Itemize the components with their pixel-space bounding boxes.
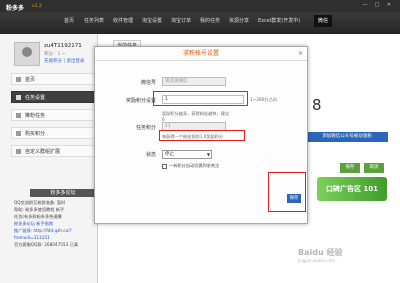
green-save-button[interactable]: 保存 xyxy=(340,163,360,173)
wechat-field: 请选择微信 xyxy=(162,77,226,86)
nav-taobao-orders[interactable]: 淘宝订单 xyxy=(171,15,191,27)
reward-hint: 奖励积分越多，获得粉丝越快，建议 xyxy=(162,111,230,116)
watermark-text: Baidu 经验 xyxy=(298,248,343,257)
sidebar-item-label: 推粉任务 xyxy=(25,113,46,119)
status-select[interactable]: 停止 ▼ xyxy=(162,150,212,159)
reward-points-range: 1~300分之间 xyxy=(250,97,277,102)
watermark: Baidu 经验 jingyan.baidu.com xyxy=(298,247,388,273)
sidebar-item-fan-tasks[interactable]: 推粉任务 xyxy=(11,109,95,121)
username: zu4T1192171 xyxy=(44,43,82,49)
maximize-button[interactable]: □ xyxy=(372,2,382,9)
info-line: 帮助: 粉多多使用教程 新手 xyxy=(14,207,65,212)
nav-taobao-settings[interactable]: 淘宝设置 xyxy=(142,15,162,27)
big-count: 8 xyxy=(312,96,322,114)
promo-link[interactable]: 推广链接: http://fdd.qzh.co/? xyxy=(14,228,72,234)
forum-guide-link[interactable]: 粉多多论坛 新手指南 xyxy=(14,221,53,227)
user-links[interactable]: 充值积分 | 退出登录 xyxy=(44,58,84,64)
forum-section-title: 粉多多论坛 xyxy=(30,189,96,197)
info-line: 任务(有多款粉多多快速爆 xyxy=(14,214,62,219)
green-cancel-button[interactable]: 取消 xyxy=(364,163,384,173)
app-version: v1.2 xyxy=(32,4,42,9)
settings-icon xyxy=(16,95,21,100)
ad-banner[interactable]: 口碑广告区 101 xyxy=(317,177,387,201)
qq-group-info: 官方客服QQ群: 268047553 已满 xyxy=(14,242,78,247)
nav-resource-share[interactable]: 资源分享 xyxy=(229,15,249,27)
status-select-value: 停止 xyxy=(165,152,174,157)
chevron-down-icon: ▼ xyxy=(206,152,210,157)
sidebar-item-group-extension[interactable]: 自定义群组扩展 xyxy=(11,145,95,157)
task-points-label: 任务积分 xyxy=(135,125,156,131)
nav-weixin[interactable]: 微信 xyxy=(314,15,333,27)
avatar xyxy=(14,42,40,66)
group-icon xyxy=(16,149,21,154)
nav-inbox[interactable]: 收件管理 xyxy=(113,15,133,27)
nav-my-tasks[interactable]: 我的任务 xyxy=(200,15,220,27)
app-title: 粉多多 xyxy=(6,5,25,12)
highlight-box-save xyxy=(268,172,306,212)
nav-task-list[interactable]: 任务列表 xyxy=(84,15,104,27)
window-titlebar: 粉多多 v1.2 — □ ✕ xyxy=(0,0,400,12)
highlight-box-reward xyxy=(153,91,248,106)
sidebar-item-label: 自定义群组扩展 xyxy=(25,149,61,155)
sidebar-item-home[interactable]: 首页 xyxy=(11,73,95,85)
cart-icon xyxy=(16,131,21,136)
sidebar-item-task-settings[interactable]: 任务设置 xyxy=(11,91,95,103)
highlight-box-deduct xyxy=(159,130,245,141)
user-points: 积分：1 ~ xyxy=(44,52,66,57)
nav-home[interactable]: 首页 xyxy=(64,15,74,27)
status-label: 状态 xyxy=(145,152,156,158)
sidebar-item-label: 购买积分 xyxy=(25,131,46,137)
sidebar-item-label: 首页 xyxy=(25,77,36,83)
task-icon xyxy=(16,113,21,118)
minimize-button[interactable]: — xyxy=(360,2,370,9)
home-icon xyxy=(16,77,21,82)
close-icon[interactable]: × xyxy=(298,50,303,57)
promo-link-uid[interactable]: fromuid=113151 xyxy=(14,235,50,240)
modal-title: 求粉帐号设置 xyxy=(95,47,307,61)
reward-points-label: 奖励积分设置 xyxy=(125,98,156,104)
sidebar-item-label: 任务设置 xyxy=(25,95,46,101)
auto-switch-label: 一有积分自动切换到求关注 xyxy=(169,163,220,168)
watermark-url: jingyan.baidu.com xyxy=(298,258,335,263)
sidebar-item-buy-points[interactable]: 购买积分 xyxy=(11,127,95,139)
add-weixin-button[interactable]: 添加微信公众号被动涨粉 xyxy=(306,132,388,142)
wechat-label: 微信号 xyxy=(140,80,156,86)
info-line: QQ交流群互粉群准备: 暂时 xyxy=(14,200,66,205)
nav-excel-send[interactable]: Excel群发(开发中) xyxy=(258,15,300,27)
auto-switch-checkbox[interactable] xyxy=(162,164,167,169)
close-window-button[interactable]: ✕ xyxy=(384,2,394,9)
